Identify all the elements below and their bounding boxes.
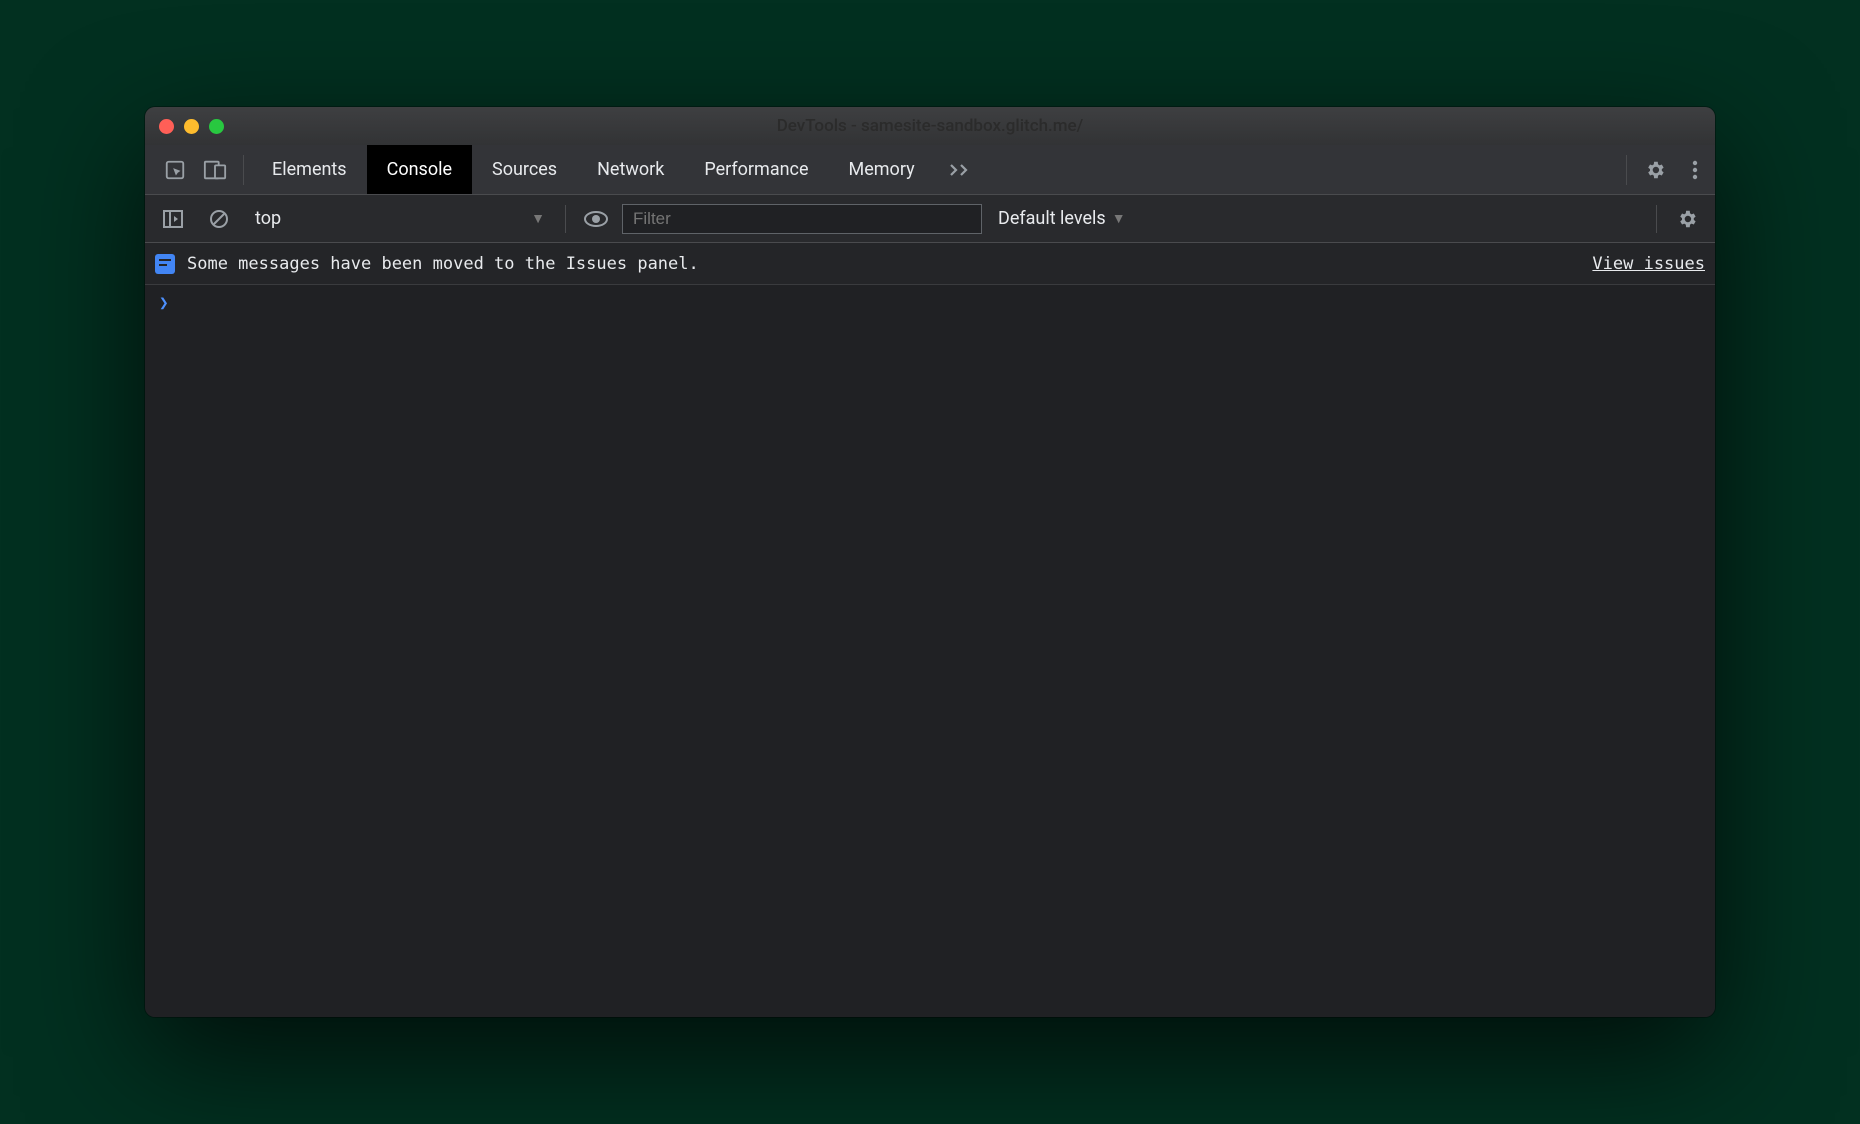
main-tabbar: Elements Console Sources Network Perform…: [145, 145, 1715, 195]
filter-input[interactable]: [622, 204, 982, 234]
levels-label: Default levels: [998, 208, 1106, 229]
zoom-window-button[interactable]: [209, 119, 224, 134]
tab-network[interactable]: Network: [577, 145, 684, 194]
settings-icon[interactable]: [1635, 150, 1675, 190]
console-settings-icon[interactable]: [1667, 199, 1707, 239]
window-title: DevTools - samesite-sandbox.glitch.me/: [145, 116, 1715, 136]
inspect-element-icon[interactable]: [155, 150, 195, 190]
console-output[interactable]: ❯: [145, 285, 1715, 1017]
issues-message: Some messages have been moved to the Iss…: [187, 254, 699, 274]
log-levels-selector[interactable]: Default levels ▼: [988, 208, 1136, 229]
traffic-lights: [145, 119, 224, 134]
separator: [565, 205, 566, 233]
separator: [243, 155, 244, 185]
context-selector[interactable]: top ▼: [245, 204, 555, 233]
tab-console[interactable]: Console: [367, 145, 472, 194]
close-window-button[interactable]: [159, 119, 174, 134]
chevron-down-icon: ▼: [531, 210, 545, 227]
separator: [1626, 155, 1627, 185]
separator: [1656, 205, 1657, 233]
tab-performance[interactable]: Performance: [684, 145, 828, 194]
context-label: top: [255, 208, 281, 229]
more-tabs-button[interactable]: [935, 163, 985, 177]
issues-infobar: Some messages have been moved to the Iss…: [145, 243, 1715, 285]
panel-tabs: Elements Console Sources Network Perform…: [252, 145, 935, 194]
clear-console-icon[interactable]: [199, 199, 239, 239]
sidebar-toggle-icon[interactable]: [153, 199, 193, 239]
view-issues-link[interactable]: View issues: [1592, 254, 1705, 274]
titlebar: DevTools - samesite-sandbox.glitch.me/: [145, 107, 1715, 145]
live-expression-icon[interactable]: [576, 199, 616, 239]
tab-memory[interactable]: Memory: [829, 145, 935, 194]
console-prompt: ❯: [159, 293, 169, 312]
tab-sources[interactable]: Sources: [472, 145, 577, 194]
devtools-window: DevTools - samesite-sandbox.glitch.me/ E…: [145, 107, 1715, 1017]
issues-icon: [155, 254, 175, 274]
console-toolbar: top ▼ Default levels ▼: [145, 195, 1715, 243]
chevron-down-icon: ▼: [1112, 210, 1126, 227]
minimize-window-button[interactable]: [184, 119, 199, 134]
tab-elements[interactable]: Elements: [252, 145, 367, 194]
customize-menu-icon[interactable]: [1675, 150, 1715, 190]
device-toolbar-icon[interactable]: [195, 150, 235, 190]
